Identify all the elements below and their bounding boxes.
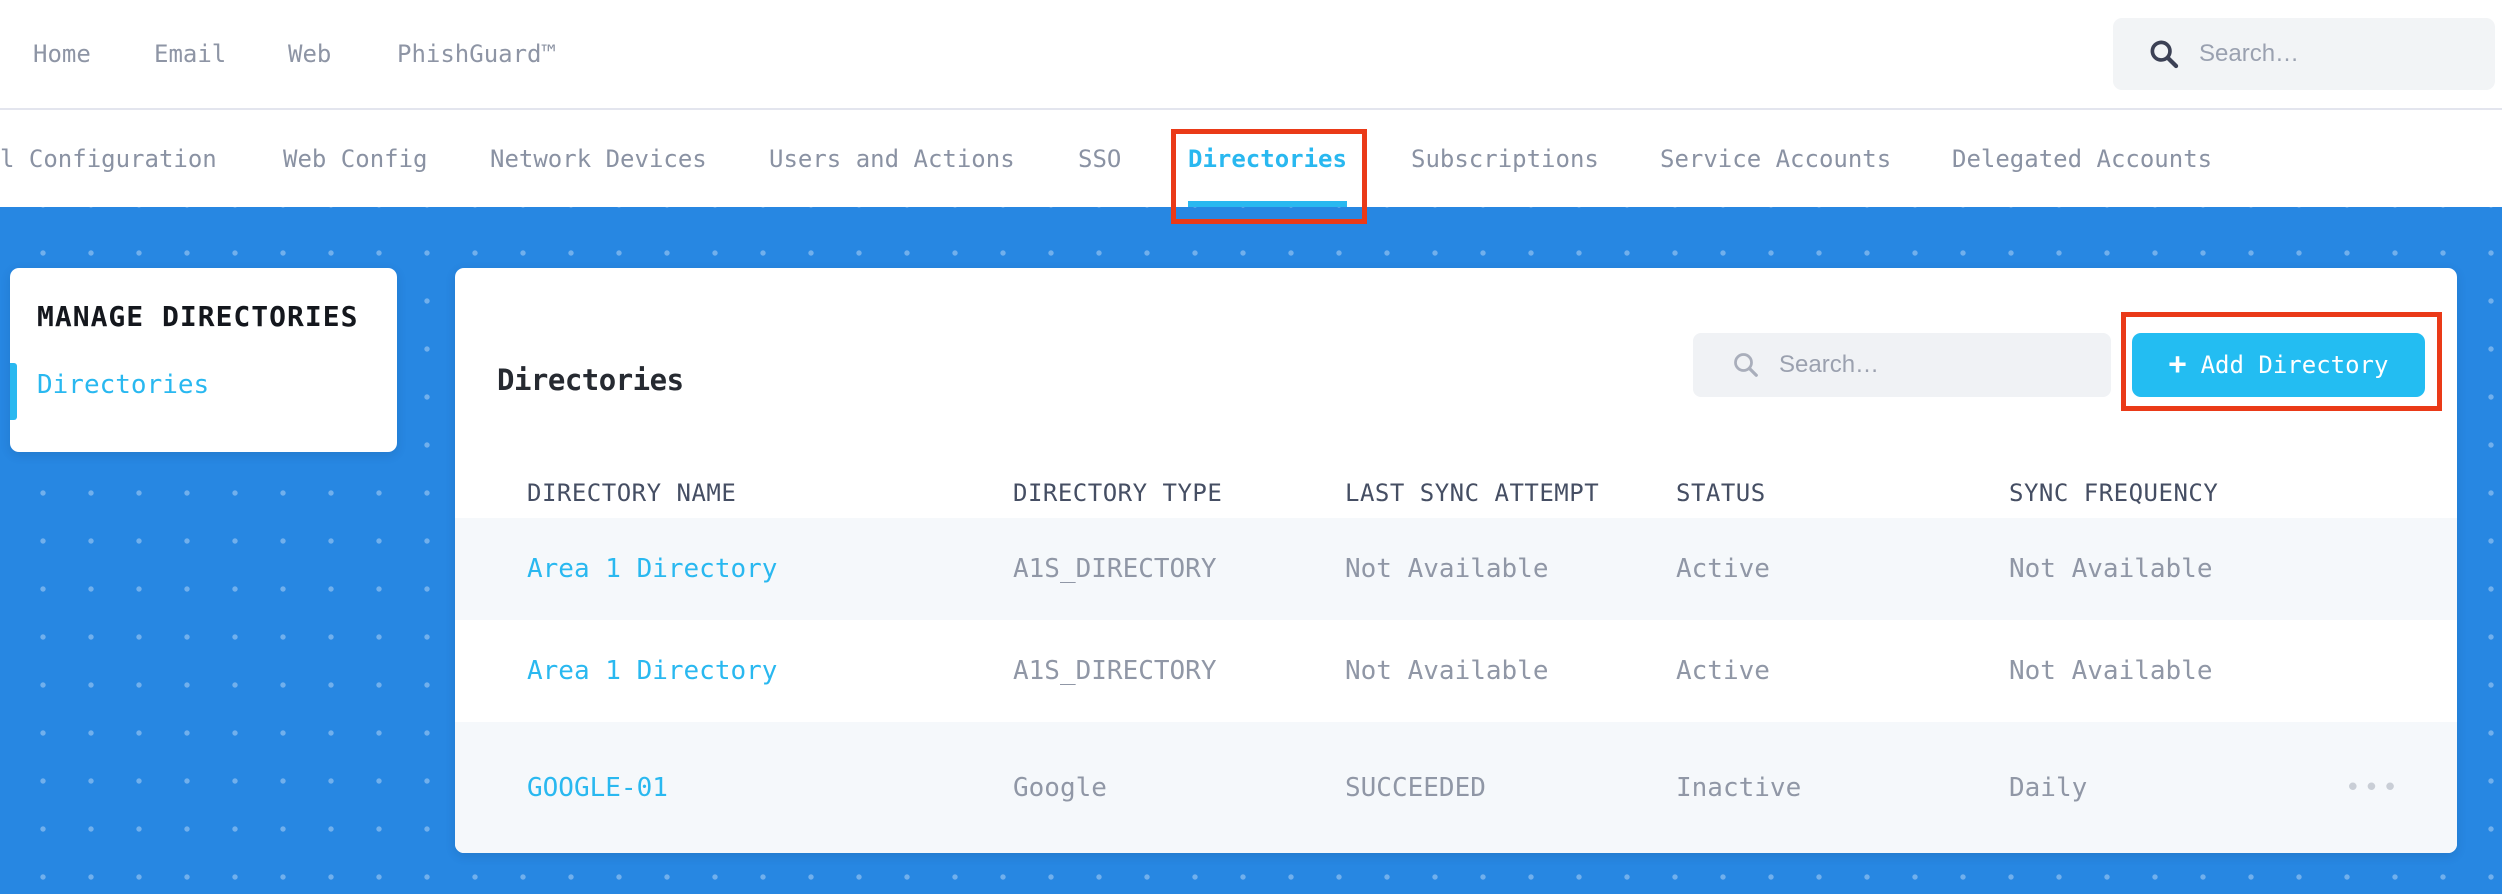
cell-status: Inactive <box>1676 772 1802 803</box>
tab-configuration[interactable]: l Configuration <box>0 110 217 207</box>
global-search-input[interactable] <box>2197 39 2481 69</box>
column-header-directory-type: DIRECTORY TYPE <box>1013 479 1223 507</box>
table-row: Area 1 Directory A1S_DIRECTORY Not Avail… <box>455 518 2457 620</box>
column-header-sync-frequency: SYNC FREQUENCY <box>2009 479 2219 507</box>
tab-delegated-accounts[interactable]: Delegated Accounts <box>1952 110 2212 207</box>
page-title: Directories <box>497 363 684 398</box>
table-row: Area 1 Directory A1S_DIRECTORY Not Avail… <box>455 620 2457 722</box>
search-icon <box>2150 40 2179 69</box>
cell-directory-type: A1S_DIRECTORY <box>1013 656 1217 686</box>
cell-sync-frequency: Not Available <box>2009 554 2213 584</box>
cell-directory-name[interactable]: GOOGLE-01 <box>527 722 668 853</box>
nav-item-home[interactable]: Home <box>33 0 91 108</box>
row-actions-menu-button[interactable]: ••• <box>2345 722 2401 853</box>
cell-directory-name[interactable]: Area 1 Directory <box>527 620 777 722</box>
tab-directories-label: Directories <box>1188 144 1347 173</box>
cell-status: Active <box>1676 656 1770 686</box>
add-directory-button-label: Add Directory <box>2200 351 2389 379</box>
tab-web-config[interactable]: Web Config <box>283 110 428 207</box>
cell-sync-frequency: Not Available <box>2009 656 2213 686</box>
sidebar-card-title: MANAGE DIRECTORIES <box>37 300 359 333</box>
nav-item-phishguard[interactable]: PhishGuard™ <box>397 0 556 108</box>
tab-sso[interactable]: SSO <box>1078 110 1121 207</box>
cell-last-sync-attempt: Not Available <box>1345 554 1549 584</box>
screen: Home Email Web PhishGuard™ l Configurati… <box>0 0 2502 894</box>
global-search-box[interactable] <box>2113 18 2495 90</box>
table-row: GOOGLE-01 Google SUCCEEDED Inactive Dail… <box>455 722 2457 853</box>
directories-search-input[interactable] <box>1777 350 2081 380</box>
cell-directory-type: A1S_DIRECTORY <box>1013 554 1217 584</box>
add-directory-button[interactable]: + Add Directory <box>2132 333 2425 397</box>
search-icon <box>1734 353 1758 377</box>
tab-subscriptions[interactable]: Subscriptions <box>1411 110 1599 207</box>
column-header-directory-name: DIRECTORY NAME <box>527 479 737 507</box>
cell-sync-frequency: Daily <box>2009 772 2088 803</box>
active-tab-underline <box>1188 201 1347 207</box>
column-header-status: STATUS <box>1676 479 1766 507</box>
cell-last-sync-attempt: SUCCEEDED <box>1345 772 1486 803</box>
nav-item-email[interactable]: Email <box>154 0 226 108</box>
tab-service-accounts[interactable]: Service Accounts <box>1660 110 1891 207</box>
tab-network-devices[interactable]: Network Devices <box>490 110 707 207</box>
nav-item-web[interactable]: Web <box>288 0 331 108</box>
tab-users-and-actions[interactable]: Users and Actions <box>769 110 1015 207</box>
cell-last-sync-attempt: Not Available <box>1345 656 1549 686</box>
settings-tab-bar: l Configuration Web Config Network Devic… <box>0 110 2502 207</box>
manage-directories-card: MANAGE DIRECTORIES Directories <box>10 268 397 452</box>
plus-icon: + <box>2168 347 2187 382</box>
sidebar-item-directories[interactable]: Directories <box>37 370 209 400</box>
tab-directories[interactable]: Directories <box>1188 110 1347 207</box>
table-header-row: DIRECTORY NAME DIRECTORY TYPE LAST SYNC … <box>455 468 2457 518</box>
column-header-last-sync-attempt: LAST SYNC ATTEMPT <box>1345 479 1600 507</box>
cell-directory-name[interactable]: Area 1 Directory <box>527 518 777 620</box>
cell-directory-type: Google <box>1013 772 1107 803</box>
active-item-accent-bar <box>10 363 17 420</box>
directories-panel: Directories + Add Directory DIRECTORY NA… <box>455 268 2457 853</box>
top-bar: Home Email Web PhishGuard™ <box>0 0 2502 110</box>
cell-status: Active <box>1676 554 1770 584</box>
directories-search-box[interactable] <box>1693 333 2111 397</box>
